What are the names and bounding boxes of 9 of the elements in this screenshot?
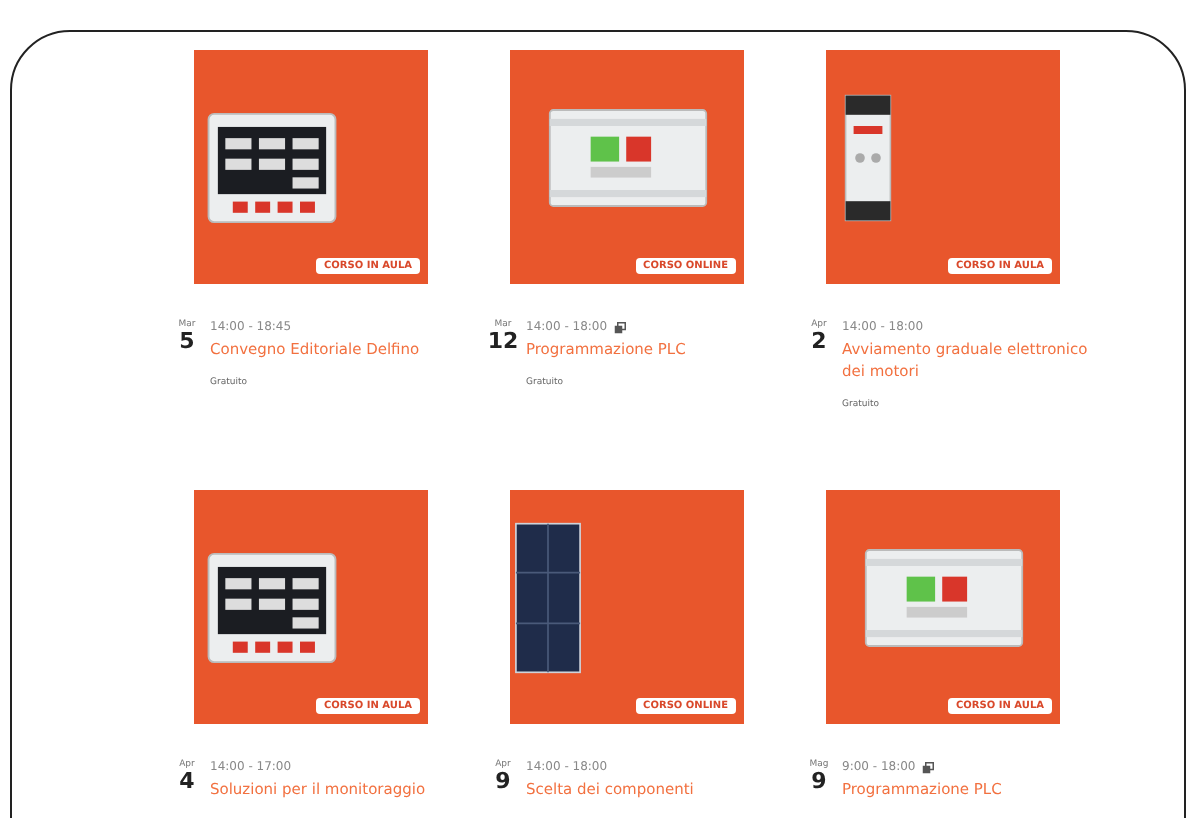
event-day: 9 — [495, 770, 511, 792]
power-meter-drawing — [205, 551, 337, 663]
event-day: 9 — [811, 770, 827, 792]
event-day: 12 — [487, 330, 519, 352]
soft-starter-drawing — [844, 93, 892, 221]
event-day: 4 — [179, 770, 195, 792]
event-day: 2 — [811, 330, 827, 352]
power-meter-drawing — [205, 111, 337, 223]
event-day: 5 — [179, 330, 195, 352]
